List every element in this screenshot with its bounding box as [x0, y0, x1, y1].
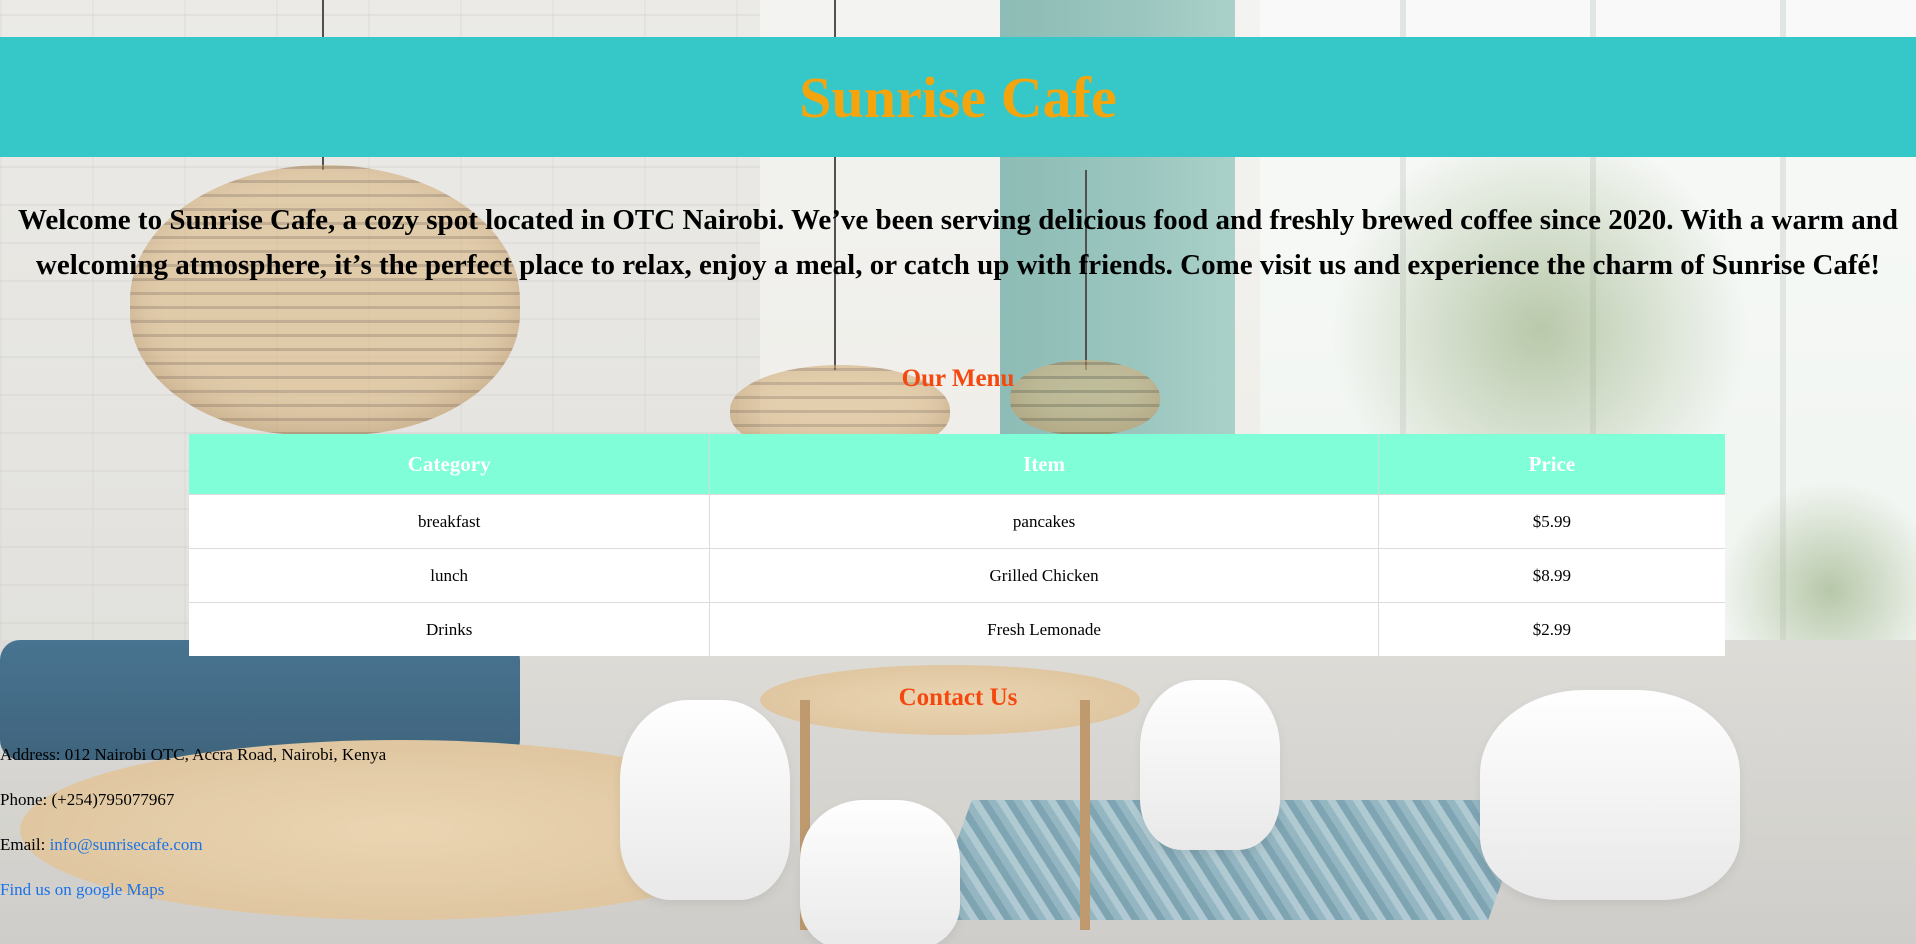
intro-text: Welcome to Sunrise Cafe, a cozy spot loc… [17, 204, 1899, 281]
menu-table-header-row: Category Item Price [189, 434, 1725, 495]
email-link[interactable]: info@sunrisecafe.com [50, 835, 203, 854]
site-title: Sunrise Cafe [799, 64, 1117, 130]
site-header: Sunrise Cafe [0, 37, 1916, 157]
menu-price-cell: $2.99 [1378, 602, 1725, 656]
column-header-category: Category [189, 434, 711, 495]
google-maps-link[interactable]: Find us on google Maps [0, 880, 164, 899]
column-header-item: Item [709, 434, 1379, 495]
table-row: breakfast pancakes $5.99 [189, 494, 1725, 549]
menu-item-cell: pancakes [709, 494, 1379, 549]
menu-category-cell: Drinks [189, 602, 711, 656]
menu-price-cell: $8.99 [1378, 548, 1725, 603]
menu-category-cell: lunch [189, 548, 711, 603]
page-content: Sunrise Cafe Welcome to Sunrise Cafe, a … [0, 0, 1916, 944]
map-line: Find us on google Maps [0, 880, 164, 900]
table-row: Drinks Fresh Lemonade $2.99 [189, 602, 1725, 656]
menu-table: Category Item Price breakfast pancakes $… [189, 434, 1725, 656]
table-row: lunch Grilled Chicken $8.99 [189, 548, 1725, 603]
contact-email-line: Email: info@sunrisecafe.com [0, 835, 203, 855]
menu-heading: Our Menu [901, 365, 1015, 392]
column-header-price: Price [1378, 434, 1725, 495]
contact-heading: Contact Us [898, 684, 1018, 711]
menu-category-cell: breakfast [189, 494, 711, 549]
contact-address: Address: 012 Nairobi OTC, Accra Road, Na… [0, 745, 387, 764]
menu-item-cell: Fresh Lemonade [709, 602, 1379, 656]
menu-item-cell: Grilled Chicken [709, 548, 1379, 603]
email-label: Email: [0, 835, 50, 854]
contact-phone: Phone: (+254)795077967 [0, 790, 175, 809]
menu-price-cell: $5.99 [1378, 494, 1725, 549]
